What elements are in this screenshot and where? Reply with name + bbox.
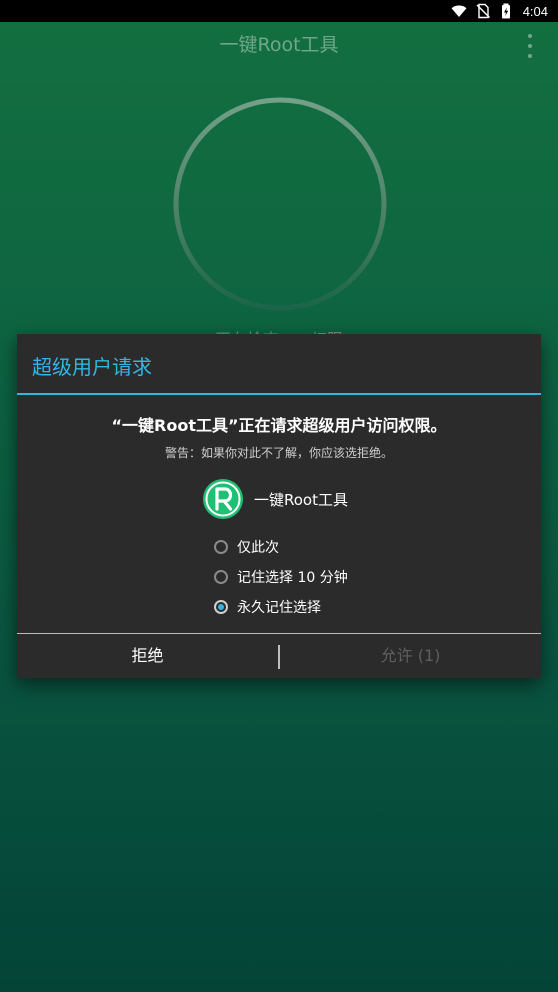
option-label: 记住选择 10 分钟 (237, 570, 348, 586)
no-sim-icon (476, 3, 490, 19)
dialog-title: 超级用户请求 (32, 355, 152, 379)
remember-options: 仅此次 记住选择 10 分钟 永久记住选择 (214, 532, 348, 622)
app-name: 一键Root工具 (254, 490, 348, 509)
radio-ten-minutes[interactable] (214, 570, 228, 584)
battery-charging-icon (501, 3, 510, 19)
option-forever[interactable]: 永久记住选择 (214, 592, 348, 622)
option-label: 永久记住选择 (237, 600, 321, 616)
status-bar: 4:04 (0, 0, 558, 22)
title-divider (17, 393, 541, 395)
allow-button[interactable]: 允许 (1) (280, 634, 541, 678)
radio-once[interactable] (214, 540, 228, 554)
warning-text: 警告：如果你对此不了解，你应该选拒绝。 (164, 446, 393, 460)
option-label: 仅此次 (237, 540, 279, 556)
option-once[interactable]: 仅此次 (214, 532, 348, 562)
deny-button[interactable]: 拒绝 (17, 634, 278, 678)
radio-forever[interactable] (214, 600, 228, 614)
option-ten-minutes[interactable]: 记住选择 10 分钟 (214, 562, 348, 592)
requesting-app: 一键Root工具 (202, 478, 348, 520)
superuser-request-dialog: 超级用户请求 “一键Root工具”正在请求超级用户访问权限。 警告：如果你对此不… (17, 334, 541, 678)
app-logo-icon (203, 479, 243, 519)
request-message: “一键Root工具”正在请求超级用户访问权限。 (111, 416, 447, 435)
status-time: 4:04 (522, 3, 548, 19)
status-icons: 4:04 (451, 0, 548, 22)
wifi-icon (451, 5, 467, 17)
screen: 4:04 一键Root工具 正在检查root权限 超级用户请求 “一键Root工… (0, 0, 558, 992)
